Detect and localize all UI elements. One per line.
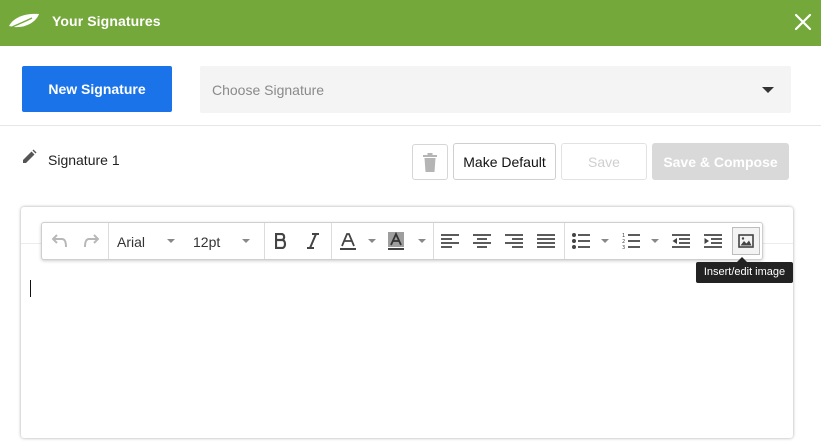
background-color-button[interactable] bbox=[382, 223, 430, 259]
text-color-icon bbox=[340, 233, 356, 250]
chevron-down-icon bbox=[242, 239, 250, 243]
chevron-down-icon bbox=[651, 239, 659, 243]
redo-button[interactable] bbox=[77, 223, 105, 259]
chevron-down-icon bbox=[762, 87, 774, 93]
align-right-icon bbox=[505, 234, 523, 248]
align-center-button[interactable] bbox=[469, 223, 497, 259]
editor-toolbar: Arial 12pt 1 2 3 bbox=[41, 222, 763, 260]
image-tooltip: Insert/edit image bbox=[696, 257, 793, 283]
pencil-icon[interactable] bbox=[21, 149, 37, 165]
numbered-list-button[interactable]: 1 2 3 bbox=[618, 223, 664, 259]
undo-button[interactable] bbox=[46, 223, 74, 259]
new-signature-button[interactable]: New Signature bbox=[22, 66, 172, 112]
font-size-select[interactable]: 12pt bbox=[185, 223, 261, 259]
toolbar-separator bbox=[433, 223, 434, 259]
undo-icon bbox=[52, 234, 67, 248]
align-justify-icon bbox=[537, 234, 555, 248]
text-color-button[interactable] bbox=[334, 223, 378, 259]
font-family-select[interactable]: Arial bbox=[109, 223, 181, 259]
chevron-down-icon bbox=[418, 239, 426, 243]
align-left-icon bbox=[441, 234, 459, 248]
dialog-title: Your Signatures bbox=[52, 13, 161, 29]
chevron-down-icon bbox=[368, 239, 376, 243]
toolbar-separator bbox=[264, 223, 265, 259]
redo-icon bbox=[84, 234, 99, 248]
background-color-icon bbox=[388, 232, 404, 250]
align-justify-button[interactable] bbox=[533, 223, 561, 259]
italic-button[interactable] bbox=[299, 223, 327, 259]
save-and-compose-button[interactable]: Save & Compose bbox=[652, 143, 789, 180]
leaf-logo-icon bbox=[7, 13, 39, 30]
trash-icon bbox=[423, 153, 437, 172]
toolbar-separator bbox=[331, 223, 332, 259]
image-icon bbox=[738, 234, 754, 248]
bullet-list-icon bbox=[572, 233, 590, 249]
delete-signature-button[interactable] bbox=[412, 144, 448, 180]
align-left-button[interactable] bbox=[437, 223, 465, 259]
svg-text:3: 3 bbox=[622, 245, 625, 250]
numbered-list-icon: 1 2 3 bbox=[622, 233, 640, 250]
outdent-icon bbox=[672, 234, 690, 248]
text-cursor bbox=[30, 280, 31, 297]
indent-icon bbox=[704, 234, 722, 248]
bullet-list-button[interactable] bbox=[568, 223, 614, 259]
font-family-value: Arial bbox=[117, 234, 146, 250]
align-right-button[interactable] bbox=[501, 223, 529, 259]
save-button[interactable]: Save bbox=[561, 143, 647, 180]
chevron-down-icon bbox=[167, 239, 175, 243]
bold-icon bbox=[275, 233, 287, 249]
dialog-header: Your Signatures bbox=[0, 0, 821, 46]
divider bbox=[0, 125, 821, 126]
chevron-down-icon bbox=[601, 239, 609, 243]
outdent-button[interactable] bbox=[668, 223, 696, 259]
align-center-icon bbox=[473, 234, 491, 248]
indent-button[interactable] bbox=[700, 223, 728, 259]
bold-button[interactable] bbox=[267, 223, 295, 259]
choose-signature-placeholder: Choose Signature bbox=[212, 82, 325, 98]
insert-image-button[interactable] bbox=[732, 227, 760, 255]
toolbar-separator bbox=[564, 223, 565, 259]
font-size-value: 12pt bbox=[193, 234, 221, 250]
italic-icon bbox=[307, 233, 319, 249]
close-icon[interactable] bbox=[792, 11, 814, 33]
make-default-button[interactable]: Make Default bbox=[453, 143, 556, 180]
signature-name[interactable]: Signature 1 bbox=[48, 152, 120, 168]
choose-signature-dropdown[interactable]: Choose Signature bbox=[200, 66, 791, 113]
